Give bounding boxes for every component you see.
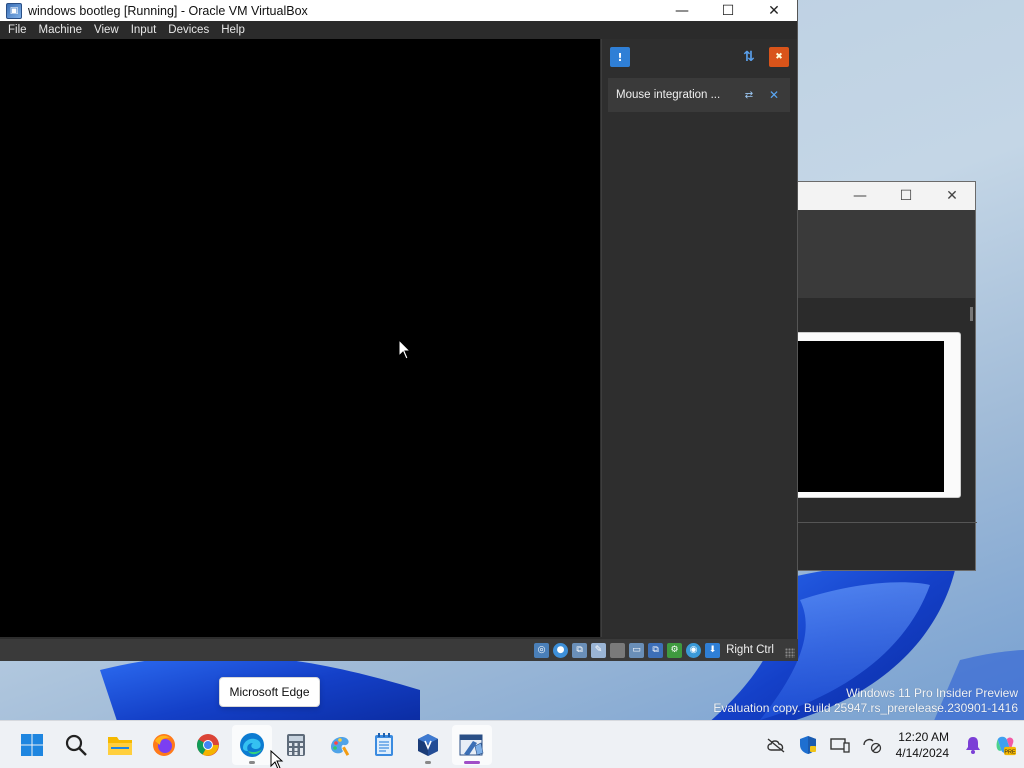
bg-maximize-icon[interactable]: ☐: [883, 182, 929, 210]
vm-preview-screen: [792, 341, 944, 492]
firefox-icon: [153, 734, 175, 756]
notification-center-icon[interactable]: !: [610, 47, 630, 67]
close-icon[interactable]: ✕: [751, 0, 797, 21]
notification-center: ! ⇅ ✖ Mouse integration ... ⇄ ✕: [601, 39, 797, 637]
menu-bar: File Machine View Input Devices Help: [0, 21, 797, 39]
vm-preview-frame: [781, 332, 961, 498]
running-indicator: [249, 761, 255, 764]
notepad-button[interactable]: [364, 725, 404, 765]
chrome-icon: [197, 734, 219, 756]
clock-time: 12:20 AM: [898, 730, 949, 744]
calculator-icon: [287, 734, 305, 756]
menu-file[interactable]: File: [2, 24, 33, 36]
virtualbox-vm-window[interactable]: ▣ windows bootleg [Running] - Oracle VM …: [0, 0, 798, 661]
minimize-icon[interactable]: —: [659, 0, 705, 21]
chrome-button[interactable]: [188, 725, 228, 765]
desktop-mouse-pointer-icon: [270, 750, 284, 768]
video-capture-icon[interactable]: ⧉: [648, 642, 664, 658]
edge-icon: [240, 733, 264, 757]
mouse-pointer-icon: [398, 339, 412, 360]
menu-devices[interactable]: Devices: [162, 24, 215, 36]
start-button[interactable]: [12, 725, 52, 765]
virtual-machine-icon: [459, 734, 484, 756]
search-button[interactable]: [56, 725, 96, 765]
menu-machine[interactable]: Machine: [33, 24, 88, 36]
cpu-icon[interactable]: ⚙: [667, 642, 683, 658]
shared-folders-icon[interactable]: [610, 642, 626, 658]
onedrive-offline-icon[interactable]: [765, 734, 787, 756]
clear-all-icon[interactable]: ✖: [769, 47, 789, 67]
virtualbox-app-icon: ▣: [6, 2, 22, 19]
mouse-integration-icon[interactable]: ◉: [686, 642, 702, 658]
notification-bell-icon[interactable]: [962, 734, 984, 756]
menu-help[interactable]: Help: [215, 24, 251, 36]
notepad-icon: [375, 733, 393, 756]
microsoft-edge-button[interactable]: [232, 725, 272, 765]
firefox-button[interactable]: [144, 725, 184, 765]
notification-item[interactable]: Mouse integration ... ⇄ ✕: [608, 78, 790, 112]
menu-view[interactable]: View: [88, 24, 125, 36]
hard-disk-icon[interactable]: ◎: [534, 642, 550, 658]
windows-logo-icon: [21, 734, 43, 756]
menu-input[interactable]: Input: [125, 24, 163, 36]
file-explorer-button[interactable]: [100, 725, 140, 765]
maximize-icon[interactable]: ☐: [705, 0, 751, 21]
virtualbox-vm-button[interactable]: [452, 725, 492, 765]
network-disconnected-icon[interactable]: [861, 734, 883, 756]
taskbar: 12:20 AM 4/14/2024 PRE: [0, 720, 1024, 768]
virtualbox-manager-button[interactable]: [408, 725, 448, 765]
bg-scrollbar[interactable]: [970, 307, 973, 321]
folder-icon: [108, 737, 132, 755]
paint-icon: [331, 737, 350, 756]
display-icon[interactable]: ▭: [629, 642, 645, 658]
status-bar: ◎ ● ⧉ ✎ ▭ ⧉ ⚙ ◉ ⬇ Right Ctrl: [0, 639, 798, 661]
security-shield-icon[interactable]: [797, 734, 819, 756]
sort-order-icon[interactable]: ⇅: [739, 47, 759, 67]
clock-date: 4/14/2024: [895, 746, 949, 760]
notification-toolbar: ! ⇅ ✖: [602, 39, 797, 75]
keyboard-capture-icon[interactable]: ⬇: [705, 642, 721, 658]
clock[interactable]: 12:20 AM 4/14/2024: [896, 729, 949, 761]
notification-text: Mouse integration ...: [616, 89, 721, 101]
bg-close-icon[interactable]: ✕: [929, 182, 975, 210]
usb-icon[interactable]: ✎: [591, 642, 607, 658]
system-tray: 12:20 AM 4/14/2024 PRE: [760, 721, 1024, 768]
window-controls: — ☐ ✕: [659, 0, 797, 21]
display-project-icon[interactable]: [829, 734, 851, 756]
bg-minimize-icon[interactable]: —: [837, 182, 883, 210]
audio-icon[interactable]: ⧉: [572, 642, 588, 658]
host-key-label: Right Ctrl: [726, 644, 774, 656]
watermark-line-1: Windows 11 Pro Insider Preview: [846, 686, 1018, 700]
window-titlebar[interactable]: ▣ windows bootleg [Running] - Oracle VM …: [0, 0, 797, 21]
watermark-line-2: Evaluation copy. Build 25947.rs_prerelea…: [713, 701, 1018, 715]
search-icon: [65, 734, 87, 756]
os-watermark: Windows 11 Pro Insider Preview Evaluatio…: [713, 686, 1018, 716]
running-indicator: [425, 761, 431, 764]
focused-indicator: [464, 761, 480, 764]
paint-button[interactable]: [320, 725, 360, 765]
virtualbox-icon: [418, 734, 438, 756]
svg-text:PRE: PRE: [1004, 749, 1016, 755]
vm-display[interactable]: [0, 39, 600, 637]
window-title: windows bootleg [Running] - Oracle VM Vi…: [28, 3, 308, 18]
optical-drive-icon[interactable]: ●: [553, 642, 569, 658]
copilot-preview-icon[interactable]: PRE: [994, 734, 1016, 756]
close-icon[interactable]: ✕: [767, 88, 781, 102]
resize-grip[interactable]: [785, 648, 795, 658]
help-icon[interactable]: ⇄: [742, 88, 756, 102]
taskbar-tooltip: Microsoft Edge: [219, 677, 320, 707]
